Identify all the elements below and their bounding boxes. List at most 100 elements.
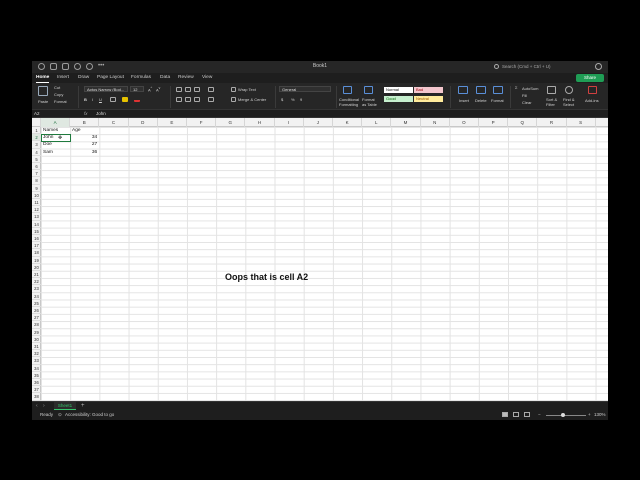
row-header[interactable]: 35 [32,372,41,379]
row-header[interactable]: 5 [32,156,41,163]
column-header[interactable]: I [275,118,304,127]
tab-draw[interactable]: Draw [78,75,89,80]
name-box[interactable]: A2 [34,111,56,117]
format-painter-button[interactable]: Format [54,99,67,104]
row-header[interactable]: 3 [32,141,41,149]
sort-filter-label-2[interactable]: Filter [546,102,555,107]
paste-button[interactable]: Paste [38,99,48,104]
percent-button[interactable]: % [291,97,295,102]
orientation-icon[interactable] [208,87,214,92]
row-header[interactable]: 22 [32,278,41,286]
cell-a1[interactable]: Names [43,127,70,134]
share-button[interactable]: Share [576,74,604,82]
font-color-icon[interactable] [134,97,140,102]
cut-button[interactable]: Cut [54,85,60,90]
cell-b3[interactable]: 27 [70,141,97,148]
insert-cells-button[interactable]: Insert [459,98,469,103]
tab-home[interactable]: Home [36,75,49,80]
tab-review[interactable]: Review [178,75,194,80]
fx-icon[interactable]: fx [84,111,88,116]
copy-button[interactable]: Copy [54,92,63,97]
align-bottom-icon[interactable] [194,87,200,92]
row-header[interactable]: 24 [32,293,41,300]
row-header[interactable]: 9 [32,185,41,192]
zoom-level[interactable]: 130% [594,412,606,417]
select-all-corner[interactable] [32,118,41,127]
row-header[interactable]: 12 [32,206,41,214]
row-header[interactable]: 26 [32,307,41,315]
row-header[interactable]: 37 [32,386,41,394]
column-header[interactable]: L [362,118,392,127]
delete-cells-button[interactable]: Delete [475,98,487,103]
autosum-button[interactable]: AutoSum [522,86,538,91]
row-header[interactable]: 20 [32,264,41,271]
cell-b2[interactable]: 34 [70,134,97,141]
style-normal[interactable]: Normal [384,87,413,93]
row-header[interactable]: 15 [32,228,41,235]
fill-button[interactable]: Fill [522,93,527,98]
fill-color-icon[interactable] [122,97,128,102]
tab-page-layout[interactable]: Page Layout [97,75,124,80]
tab-formulas[interactable]: Formulas [131,75,151,80]
indent-icon[interactable] [208,97,214,102]
conditional-formatting-label-2[interactable]: Formatting [339,102,358,107]
active-cell-selection[interactable] [41,134,71,142]
prev-sheet-icon[interactable]: ‹ [36,402,38,410]
column-header[interactable]: R [537,118,567,127]
align-top-icon[interactable] [176,87,182,92]
page-break-view-icon[interactable] [524,412,530,417]
currency-button[interactable]: $ [281,97,283,102]
zoom-out-icon[interactable]: − [538,412,541,417]
style-good[interactable]: Good [384,96,413,102]
add-sheet-button[interactable]: + [81,402,85,410]
underline-button[interactable]: U [99,97,102,102]
format-cells-button[interactable]: Format [491,98,504,103]
row-header[interactable]: 8 [32,177,41,185]
find-select-label-2[interactable]: Select [563,102,574,107]
zoom-slider[interactable] [546,415,586,416]
column-header[interactable]: F [187,118,217,127]
page-layout-view-icon[interactable] [513,412,519,417]
column-header[interactable]: C [99,118,129,127]
row-header[interactable]: 34 [32,365,41,372]
sheet-tab-sheet1[interactable]: Sheet1 [54,402,76,410]
align-left-icon[interactable] [176,97,182,102]
zoom-slider-handle[interactable] [561,413,565,417]
column-header[interactable]: O [450,118,479,127]
comma-button[interactable]: 9 [300,97,302,102]
row-header[interactable]: 10 [32,192,41,199]
column-header[interactable]: J [304,118,333,127]
row-header[interactable]: 27 [32,314,41,322]
column-header[interactable]: B [70,118,100,127]
column-header[interactable]: E [158,118,187,127]
settings-icon[interactable] [595,63,602,70]
row-header[interactable]: 19 [32,257,41,264]
row-header[interactable]: 16 [32,235,41,243]
font-name-select[interactable]: Aptos Narrow (Bod... [84,86,128,92]
add-ins-button[interactable]: Add-ins [585,98,599,103]
status-accessibility[interactable]: Accessibility: Good to go [65,412,114,417]
column-header[interactable]: N [421,118,450,127]
style-bad[interactable]: Bad [414,87,443,93]
row-header[interactable]: 13 [32,213,41,221]
column-header[interactable]: G [216,118,246,127]
row-header[interactable]: 25 [32,300,41,307]
row-header[interactable]: 23 [32,285,41,293]
cell-a4[interactable]: Sam [43,149,70,156]
italic-button[interactable]: I [92,97,93,102]
normal-view-icon[interactable] [502,412,508,417]
row-header[interactable]: 7 [32,170,41,178]
row-header[interactable]: 4 [32,149,41,156]
tab-view[interactable]: View [202,75,212,80]
row-header[interactable]: 28 [32,321,41,329]
row-header[interactable]: 33 [32,357,41,365]
row-header[interactable]: 6 [32,163,41,171]
row-header[interactable]: 2 [32,134,41,142]
wrap-text-button[interactable]: Wrap Text [238,87,256,92]
column-header[interactable]: M [391,118,421,127]
cell-b1[interactable]: Age [72,127,99,134]
column-header[interactable]: K [333,118,363,127]
cell-b4[interactable]: 36 [70,149,97,156]
next-sheet-icon[interactable]: › [43,402,45,410]
tab-data[interactable]: Data [160,75,170,80]
